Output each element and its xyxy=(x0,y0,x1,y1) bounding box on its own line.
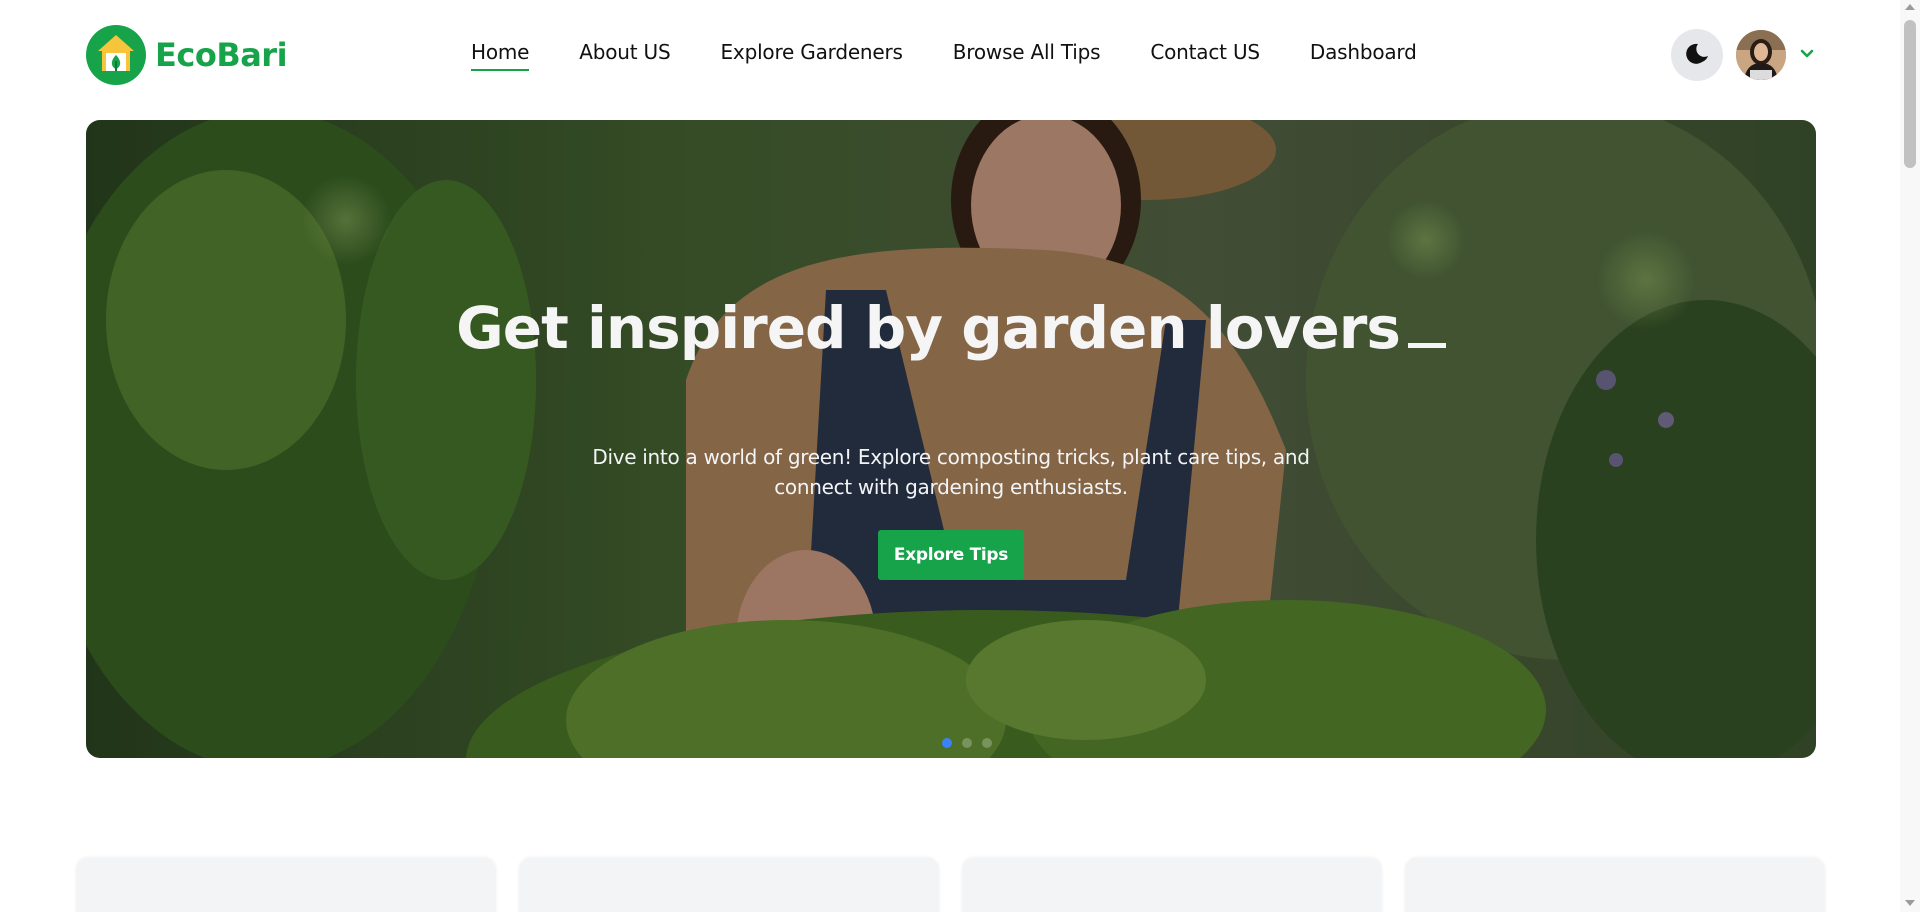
nav-explore-gardeners[interactable]: Explore Gardeners xyxy=(721,40,903,71)
explore-tips-button[interactable]: Explore Tips xyxy=(878,530,1024,580)
nav-browse-tips[interactable]: Browse All Tips xyxy=(953,40,1101,71)
scroll-down-icon[interactable] xyxy=(1905,900,1915,906)
feature-card-1 xyxy=(76,858,496,912)
carousel-dot-3[interactable] xyxy=(982,738,992,748)
carousel-dot-1[interactable] xyxy=(942,738,952,748)
brand-logo[interactable]: EcoBari xyxy=(86,25,288,85)
typing-cursor xyxy=(1407,343,1446,348)
theme-toggle-button[interactable] xyxy=(1671,29,1723,81)
moon-icon xyxy=(1686,43,1708,64)
carousel-dots xyxy=(942,738,992,748)
site-header: EcoBari Home About US Explore Gardeners … xyxy=(0,0,1900,108)
nav-contact[interactable]: Contact US xyxy=(1150,40,1260,71)
user-avatar[interactable] xyxy=(1736,30,1786,80)
carousel-dot-2[interactable] xyxy=(962,738,972,748)
hero-title: Get inspired by garden lovers xyxy=(451,298,1451,358)
feature-card-4 xyxy=(1405,858,1825,912)
nav-dashboard[interactable]: Dashboard xyxy=(1310,40,1417,71)
hero-banner: Get inspired by garden lovers Dive into … xyxy=(86,120,1816,758)
house-leaf-icon xyxy=(86,25,146,85)
hero-subtitle: Dive into a world of green! Explore comp… xyxy=(592,445,1310,499)
hero-content: Get inspired by garden lovers Dive into … xyxy=(86,120,1816,758)
brand-name: EcoBari xyxy=(155,36,288,74)
chevron-down-icon[interactable] xyxy=(1797,44,1817,64)
nav-about[interactable]: About US xyxy=(579,40,670,71)
scroll-up-icon[interactable] xyxy=(1905,4,1915,10)
main-nav: Home About US Explore Gardeners Browse A… xyxy=(471,40,1417,71)
nav-home[interactable]: Home xyxy=(471,40,529,71)
page-scrollbar[interactable] xyxy=(1900,0,1920,912)
scroll-thumb[interactable] xyxy=(1904,20,1916,168)
feature-card-2 xyxy=(519,858,939,912)
feature-card-3 xyxy=(962,858,1382,912)
